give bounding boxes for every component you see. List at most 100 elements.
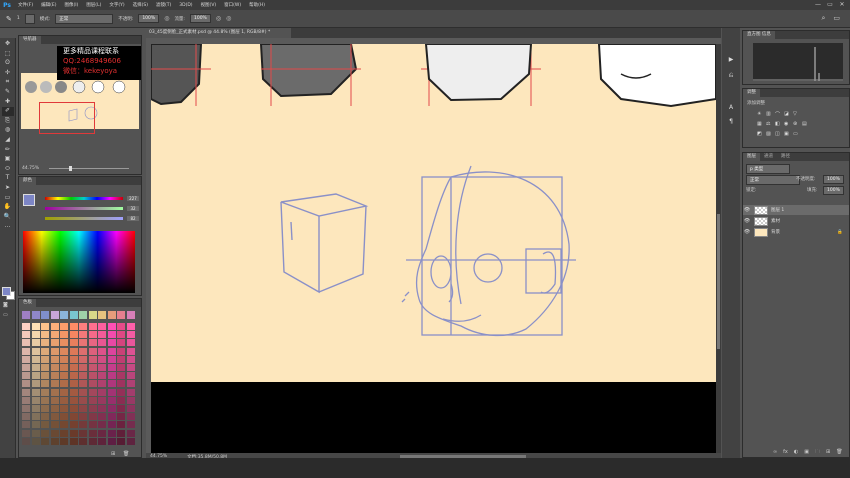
- swatch-cell[interactable]: [41, 380, 49, 388]
- color-spectrum[interactable]: [23, 231, 135, 293]
- swatch-cell[interactable]: [60, 388, 68, 396]
- layer-filter-select[interactable]: p 类型: [746, 164, 790, 174]
- menu-type[interactable]: 文字(Y): [105, 2, 128, 8]
- history-brush-tool-icon[interactable]: ◍: [2, 126, 14, 135]
- swatch-cell[interactable]: [22, 405, 30, 412]
- swatch-cell[interactable]: [69, 323, 78, 330]
- swatch-cell[interactable]: [79, 413, 87, 421]
- swatch-cell[interactable]: [50, 339, 59, 347]
- swatch-cell[interactable]: [126, 437, 135, 445]
- menu-edit[interactable]: 编辑(E): [37, 2, 60, 8]
- swatch-cell[interactable]: [22, 413, 30, 421]
- swatch-cell[interactable]: [107, 364, 116, 371]
- swatch-cell[interactable]: [107, 323, 116, 330]
- swatch-cell[interactable]: [88, 396, 97, 404]
- swatch-cell[interactable]: [60, 429, 68, 437]
- swatch-cell[interactable]: [31, 355, 40, 363]
- play-action-icon[interactable]: ▶: [726, 56, 736, 66]
- swatch-cell[interactable]: [41, 311, 49, 319]
- swatch-cell[interactable]: [60, 437, 68, 445]
- path-select-tool-icon[interactable]: ➤: [2, 184, 14, 193]
- swatch-cell[interactable]: [126, 396, 135, 404]
- swatch-cell[interactable]: [88, 413, 97, 421]
- green-value[interactable]: 32: [127, 206, 139, 211]
- new-layer-icon[interactable]: ⊞: [826, 449, 830, 457]
- swatch-cell[interactable]: [79, 405, 87, 412]
- swatch-cell[interactable]: [88, 323, 97, 330]
- type-tool-icon[interactable]: T: [2, 174, 14, 183]
- swatch-cell[interactable]: [98, 429, 106, 437]
- swatch-cell[interactable]: [79, 372, 87, 380]
- swatch-cell[interactable]: [98, 323, 106, 330]
- clone-stamp-tool-icon[interactable]: ⎘: [2, 117, 14, 126]
- swatch-cell[interactable]: [117, 413, 125, 421]
- swatch-cell[interactable]: [50, 331, 59, 339]
- swatch-cell[interactable]: [31, 437, 40, 445]
- hue-saturation-icon[interactable]: ▦: [757, 121, 763, 127]
- photo-filter-icon[interactable]: ◉: [784, 121, 790, 127]
- swatch-cell[interactable]: [50, 372, 59, 380]
- swatch-cell[interactable]: [41, 347, 49, 355]
- close-button[interactable]: ✕: [836, 0, 848, 10]
- screen-mode-icon[interactable]: ▭: [3, 312, 8, 318]
- swatch-cell[interactable]: [126, 380, 135, 388]
- search-icon[interactable]: ⌕: [821, 14, 825, 23]
- invert-icon[interactable]: ◩: [757, 131, 763, 137]
- swatch-cell[interactable]: [60, 372, 68, 380]
- menu-file[interactable]: 文件(F): [14, 2, 37, 8]
- swatch-cell[interactable]: [107, 388, 116, 396]
- quick-select-tool-icon[interactable]: ✢: [2, 69, 14, 78]
- pressure-size-icon[interactable]: ◎: [226, 15, 231, 22]
- swatch-cell[interactable]: [31, 331, 40, 339]
- eyedropper-tool-icon[interactable]: ✎: [2, 88, 14, 97]
- new-swatch-icon[interactable]: ⊞: [111, 451, 115, 457]
- swatch-cell[interactable]: [22, 364, 30, 371]
- swatch-cell[interactable]: [22, 388, 30, 396]
- swatch-cell[interactable]: [107, 339, 116, 347]
- swatch-cell[interactable]: [41, 388, 49, 396]
- swatch-cell[interactable]: [117, 429, 125, 437]
- swatch-cell[interactable]: [79, 437, 87, 445]
- swatch-cell[interactable]: [50, 388, 59, 396]
- channel-mixer-icon[interactable]: ⊛: [793, 121, 799, 127]
- swatch-cell[interactable]: [79, 364, 87, 371]
- swatch-cell[interactable]: [88, 388, 97, 396]
- swatch-cell[interactable]: [79, 331, 87, 339]
- swatch-cell[interactable]: [117, 339, 125, 347]
- swatch-cell[interactable]: [117, 331, 125, 339]
- layer-style-icon[interactable]: fx: [783, 449, 788, 457]
- gradient-map-icon[interactable]: ▭: [793, 131, 799, 137]
- swatch-cell[interactable]: [69, 355, 78, 363]
- blue-slider[interactable]: [45, 217, 123, 220]
- histogram-tab[interactable]: 直方图 信息: [743, 31, 775, 39]
- brightness-icon[interactable]: ☀: [757, 111, 763, 117]
- swatch-cell[interactable]: [69, 347, 78, 355]
- swatch-cell[interactable]: [22, 372, 30, 380]
- posterize-icon[interactable]: ▨: [766, 131, 772, 137]
- swatch-cell[interactable]: [79, 339, 87, 347]
- black-white-icon[interactable]: ◧: [775, 121, 781, 127]
- navigator-tab[interactable]: 导航器: [19, 36, 41, 44]
- blue-value[interactable]: 82: [127, 216, 139, 221]
- swatch-cell[interactable]: [31, 421, 40, 429]
- swatch-cell[interactable]: [126, 388, 135, 396]
- swatch-cell[interactable]: [107, 311, 116, 319]
- swatch-cell[interactable]: [107, 372, 116, 380]
- red-value[interactable]: 227: [127, 196, 139, 201]
- dodge-tool-icon[interactable]: ⬭: [2, 165, 14, 174]
- menu-view[interactable]: 视图(V): [197, 2, 221, 8]
- swatch-cell[interactable]: [98, 413, 106, 421]
- layer-name[interactable]: 图层 1: [771, 207, 784, 213]
- canvas[interactable]: [151, 44, 716, 382]
- link-layers-icon[interactable]: ∞: [773, 449, 777, 457]
- vibrance-icon[interactable]: ▽: [793, 111, 799, 117]
- swatch-cell[interactable]: [50, 380, 59, 388]
- swatch-cell[interactable]: [98, 347, 106, 355]
- flow-input[interactable]: 100%: [189, 14, 211, 23]
- curves-icon[interactable]: ⌒: [775, 111, 781, 118]
- visibility-eye-icon[interactable]: 👁: [743, 229, 751, 235]
- swatch-cell[interactable]: [107, 380, 116, 388]
- swatch-cell[interactable]: [107, 421, 116, 429]
- menu-image[interactable]: 图像(I): [60, 2, 82, 8]
- swatch-cell[interactable]: [98, 339, 106, 347]
